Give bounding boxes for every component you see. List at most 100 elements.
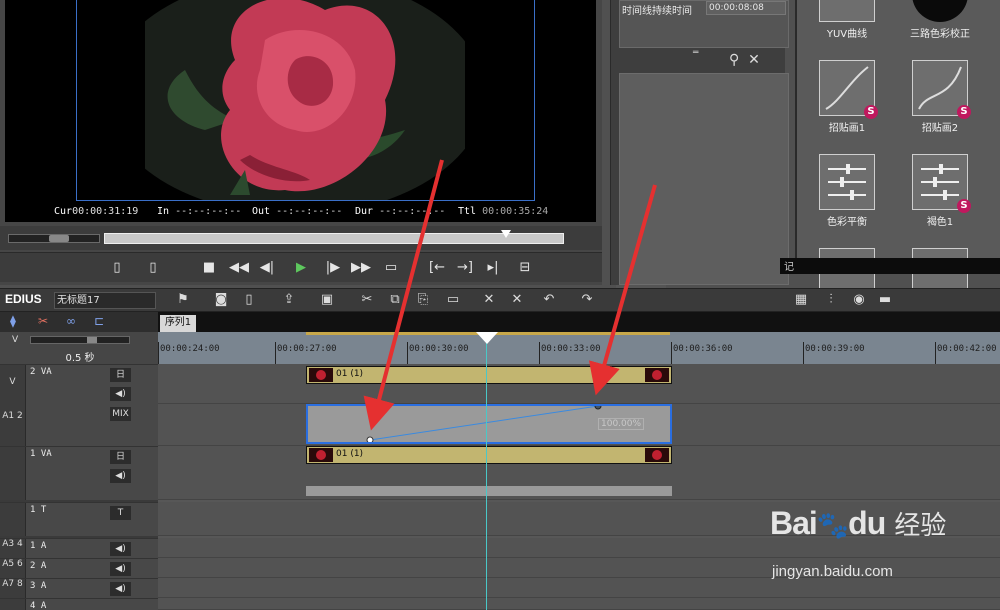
track-name: 2 VA <box>30 367 52 377</box>
ruler-tick <box>407 342 408 364</box>
loop-button[interactable]: ▭ <box>380 258 402 278</box>
preview-panel: Cur00:00:31:19 In --:--:--:-- Out --:--:… <box>0 0 602 285</box>
keyframe-point[interactable] <box>366 436 374 442</box>
set-in-button[interactable]: ▯ <box>106 258 128 278</box>
keyframe-point[interactable] <box>594 406 602 410</box>
snap-icon[interactable]: ⊏ <box>94 314 104 328</box>
speaker-icon[interactable]: ◀) <box>110 387 131 401</box>
track-header-2a[interactable]: A5 6 2 A ◀) <box>0 558 158 578</box>
speaker-icon[interactable]: ◀) <box>110 582 131 596</box>
speaker-icon[interactable]: ◀) <box>110 542 131 556</box>
track-header-1a[interactable]: A3 4 1 A ◀) <box>0 538 158 558</box>
scale-thumb[interactable] <box>87 337 97 343</box>
scrub-marker[interactable] <box>501 230 511 238</box>
mode-icon[interactable]: ⚑ <box>174 292 192 307</box>
undo-icon[interactable]: ↶ <box>540 292 558 307</box>
sync-icon[interactable]: ⧫ <box>10 314 16 328</box>
zoom-slider[interactable] <box>8 234 100 243</box>
playhead-handle[interactable] <box>476 332 498 344</box>
track-side: A5 6 <box>0 559 26 578</box>
ruler-tick <box>935 342 936 364</box>
window-icon[interactable]: ▬ <box>876 292 894 307</box>
set-out-button[interactable]: ▯ <box>142 258 164 278</box>
track-header-1va[interactable]: 1 VA 日 ◀) <box>0 446 158 500</box>
project-name-field[interactable]: 无标题17 <box>54 292 156 309</box>
track-row-3a[interactable] <box>158 578 1000 598</box>
speaker-icon[interactable]: ◀) <box>110 469 131 483</box>
clip-1va-audio[interactable] <box>306 486 672 496</box>
play-button[interactable]: ▶ <box>290 258 312 278</box>
sliders-icon <box>819 154 875 210</box>
timecode-dur: Dur --:--:--:-- <box>355 206 446 217</box>
new-file-icon[interactable]: ▯ <box>240 292 258 307</box>
track-header-4a[interactable]: 4 A <box>0 598 158 610</box>
cut-icon[interactable]: ✂ <box>358 292 376 307</box>
time-ruler[interactable]: 00:00:24:00 00:00:27:00 00:00:30:00 00:0… <box>158 332 1000 364</box>
effect-yuv-curve[interactable]: YUV曲线 <box>807 0 887 40</box>
stop-button[interactable]: ■ <box>198 258 220 278</box>
track-row-4a[interactable] <box>158 598 1000 610</box>
track-display-icon[interactable]: 日 <box>110 450 131 464</box>
scrub-bar[interactable] <box>104 230 564 244</box>
safe-area-frame <box>76 0 535 201</box>
mixer-icon[interactable]: ⫶ <box>822 292 840 307</box>
paw-icon: 🐾 <box>816 510 849 540</box>
paste-icon[interactable]: ⎘ <box>414 292 432 307</box>
next-frame-button[interactable]: |▶ <box>322 258 344 278</box>
delete-icon[interactable]: ✕ <box>480 292 498 307</box>
prev-frame-button[interactable]: ◀| <box>256 258 278 278</box>
track-header-3a[interactable]: A7 8 3 A ◀) <box>0 578 158 598</box>
track-display-icon[interactable]: 日 <box>110 368 131 382</box>
color-icon[interactable]: ◉ <box>850 292 868 307</box>
zoom-thumb[interactable] <box>49 235 69 242</box>
redo-icon[interactable]: ↷ <box>578 292 596 307</box>
ripple-delete-icon[interactable]: ✕ <box>508 292 526 307</box>
resize-handle-icon[interactable]: ═ <box>693 48 698 58</box>
pin-icon[interactable]: ⚲ <box>729 52 739 68</box>
extract-button[interactable]: ▸| <box>482 258 504 278</box>
effect-label: 褐色1 <box>926 217 954 228</box>
track-header-1t[interactable]: 1 T T <box>0 502 158 536</box>
rewind-button[interactable]: ◀◀ <box>228 258 250 278</box>
main-toolbar: EDIUS 无标题17 ⚑ ◙ ▯ ⇪ ▣ ✂ ⧉ ⎘ ▭ ✕ ✕ ↶ ↷ ▦ … <box>0 288 1000 312</box>
overwrite-button[interactable]: →] <box>454 258 476 278</box>
open-icon[interactable]: ⇪ <box>280 292 298 307</box>
panel-controls: ⚲ ✕ <box>729 52 760 68</box>
effect-3way-color[interactable]: 三路色彩校正 <box>900 0 980 40</box>
ruler-label: 00:00:27:00 <box>277 344 337 354</box>
mix-button[interactable]: MIX <box>110 407 131 421</box>
badge-icon: S <box>957 105 971 119</box>
track-header-2va[interactable]: V A1 2 2 VA 日 ◀) MIX <box>0 364 158 446</box>
sequence-tab[interactable]: 序列1 <box>160 315 196 332</box>
track-name: 1 T <box>30 505 47 515</box>
title-icon[interactable]: T <box>110 506 131 520</box>
scale-slider[interactable] <box>30 336 130 344</box>
mix-rubberband-area[interactable]: 100.00% <box>306 404 672 444</box>
layout-icon[interactable]: ▦ <box>792 292 810 307</box>
clip-2va[interactable]: 01 (1) <box>306 366 672 384</box>
fast-forward-button[interactable]: ▶▶ <box>350 258 372 278</box>
effect-poster-2[interactable]: S 招贴画2 <box>900 60 980 134</box>
speaker-icon[interactable]: ◀) <box>110 562 131 576</box>
link-icon[interactable]: ✂ <box>38 314 48 328</box>
close-icon[interactable]: ✕ <box>748 52 760 68</box>
copy-icon[interactable]: ⧉ <box>386 292 404 307</box>
track-side <box>0 503 26 536</box>
effect-poster-1[interactable]: S 招贴画1 <box>807 60 887 134</box>
clip-1va[interactable]: 01 (1) <box>306 446 672 464</box>
effect-color-balance[interactable]: 色彩平衡 <box>807 154 887 228</box>
curve-icon: S <box>819 60 878 119</box>
ruler-label: 00:00:39:00 <box>805 344 865 354</box>
ripple-icon[interactable]: ▭ <box>444 292 462 307</box>
baidu-watermark: Bai🐾du 经验 jingyan.baidu.com <box>770 505 946 580</box>
effects-bottom-tab[interactable]: 记 <box>780 258 1000 274</box>
capture-icon[interactable]: ◙ <box>212 292 230 307</box>
track-side: A3 4 <box>0 539 26 558</box>
ruler-label: 00:00:30:00 <box>409 344 469 354</box>
save-icon[interactable]: ▣ <box>318 292 336 307</box>
output-button[interactable]: ⊟ <box>514 258 536 278</box>
group-icon[interactable]: ∞ <box>66 314 76 328</box>
effect-sepia-1[interactable]: S 褐色1 <box>900 154 980 228</box>
insert-button[interactable]: [← <box>426 258 448 278</box>
scale-value[interactable]: 0.5 秒 <box>30 349 130 364</box>
